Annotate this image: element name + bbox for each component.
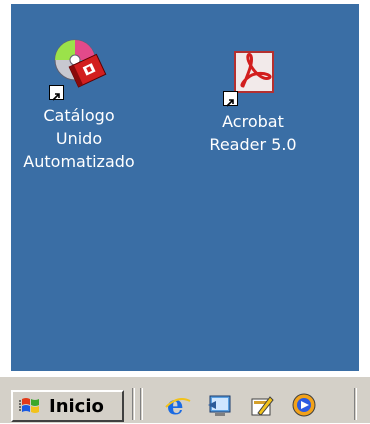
- outlook-express-icon[interactable]: [248, 391, 276, 419]
- shortcut-arrow-icon: [49, 85, 64, 101]
- taskbar-separator: [354, 388, 357, 420]
- shortcut-arrow-icon: [223, 91, 238, 107]
- windows-flag-icon: [19, 395, 45, 417]
- taskbar-separator: [132, 388, 135, 420]
- screen: Catálogo Unido Automatizado Acrobat Read…: [0, 0, 370, 423]
- desktop-icon-catalogo[interactable]: Catálogo Unido Automatizado: [19, 36, 139, 173]
- desktop-icon-acrobat[interactable]: Acrobat Reader 5.0: [193, 42, 313, 156]
- start-button[interactable]: Inicio: [11, 390, 124, 422]
- desktop-icon-label: Acrobat Reader 5.0: [209, 112, 297, 154]
- acrobat-reader-icon: [221, 42, 285, 107]
- cd-catalog-icon: [47, 36, 111, 101]
- start-label: Inicio: [49, 395, 104, 417]
- taskbar: Inicio e: [0, 376, 370, 423]
- desktop[interactable]: Catálogo Unido Automatizado Acrobat Read…: [11, 4, 359, 371]
- internet-explorer-icon[interactable]: e: [164, 391, 192, 421]
- desktop-icon-label: Catálogo Unido Automatizado: [23, 106, 135, 171]
- show-desktop-icon[interactable]: [206, 391, 234, 419]
- media-player-icon[interactable]: [290, 391, 318, 419]
- taskbar-grip[interactable]: [140, 388, 143, 420]
